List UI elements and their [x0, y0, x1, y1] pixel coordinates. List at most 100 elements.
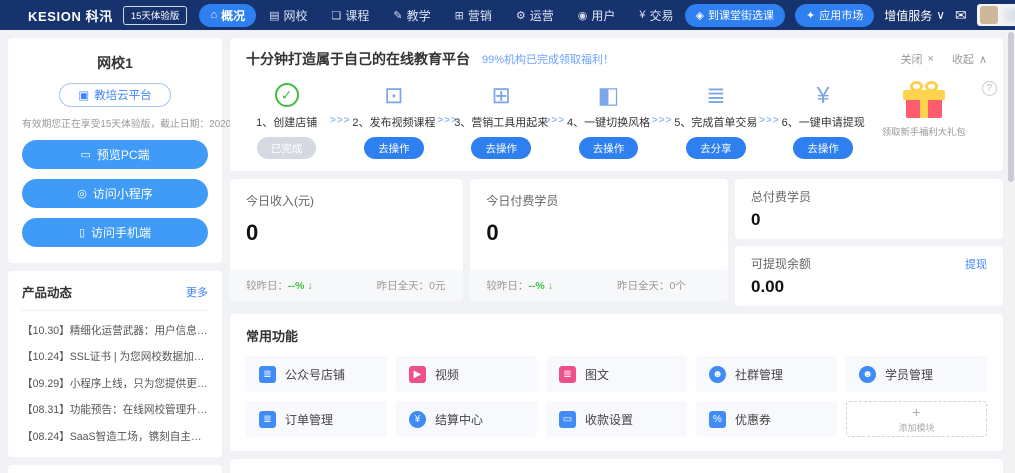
chevron-down-icon: ∨ [936, 8, 946, 22]
avatar [979, 6, 998, 24]
product-news-title: 产品动态 [22, 286, 73, 300]
step-separator-icon: >>> [330, 115, 351, 126]
pc-icon: ▭ [80, 149, 91, 161]
onboarding-banner: 十分钟打造属于自己的在线教育平台 99%机构已完成领取福利！ 关闭 × 收起 ∧ [230, 38, 1003, 171]
menu-item-school[interactable]: ▤ 网校 [258, 4, 318, 27]
miniprogram-icon: ◎ [77, 188, 87, 200]
onboarding-header: 十分钟打造属于自己的在线教育平台 99%机构已完成领取福利！ 关闭 × 收起 ∧ [246, 49, 987, 69]
step-action-button[interactable]: 去操作 [364, 137, 424, 159]
shop-icon: ≣ [259, 365, 276, 383]
hot-functions-card: 热门功能 ❒ 直播功能 紧跟主流，帮助机构盈利 去使用 ❒ 内容分销 海量精品课… [230, 459, 1003, 473]
close-icon: × [927, 53, 934, 65]
style-icon: ◧ [597, 81, 620, 108]
product-news-more-link[interactable]: 更多 [186, 284, 208, 300]
withdraw-link[interactable]: 提现 [965, 256, 987, 272]
check-icon: ✓ [274, 79, 299, 111]
user-account[interactable] [976, 4, 1015, 26]
help-icon[interactable]: ? [981, 81, 997, 96]
menu-item-marketing[interactable]: ⊞ 营销 [444, 4, 503, 27]
tile-student-management[interactable]: ☻ 学员管理 [846, 356, 987, 392]
menu-item-transactions[interactable]: ¥ 交易 [628, 4, 684, 27]
menu-label: 运营 [529, 8, 554, 23]
menu-item-operations[interactable]: ⚙ 运营 [505, 4, 565, 27]
step-apply-withdraw: ¥ 6、一键申请提现 去操作 [782, 79, 865, 159]
tile-community-management[interactable]: ☻ 社群管理 [696, 356, 837, 392]
tile-video[interactable]: ▶ 视频 [396, 356, 537, 392]
app-market-button[interactable]: ✦ 应用市场 [795, 3, 875, 27]
page-scrollbar[interactable] [1007, 30, 1015, 473]
news-item[interactable]: 【10.30】精细化运营武器：用户信息批量管理功能！ [22, 323, 208, 338]
withdraw-icon: ¥ [816, 81, 830, 108]
down-arrow-icon: ↓ [307, 279, 313, 292]
tile-articles[interactable]: ≣ 图文 [546, 356, 687, 392]
news-item[interactable]: 【08.31】功能预告：在线网校管理升级，操作效率高到... [22, 402, 208, 417]
menu-item-teaching[interactable]: ✎ 教学 [382, 4, 441, 27]
card-header: 产品动态 更多 [22, 282, 208, 311]
trial-expiry-text: 有效期您正在享受15天体验版，截止日期：2020-11-18 续费 [22, 116, 281, 130]
monitor-icon: ⊡ [384, 81, 404, 108]
news-item[interactable]: 【09.29】小程序上线，只为您提供更好的服务 [22, 376, 208, 391]
step-action-button[interactable]: 去操作 [793, 137, 853, 159]
step-separator-icon: >>> [651, 115, 673, 126]
school-name: 网校1 [97, 55, 133, 71]
menu-label: 课程 [345, 8, 370, 23]
visit-miniprogram-button[interactable]: ◎ 访问小程序 [22, 179, 208, 208]
home-icon: ⌂ [210, 9, 218, 21]
step-create-shop: ✓ 1、创建店铺 已完成 [246, 79, 327, 159]
close-banner-button[interactable]: 关闭 × [901, 51, 934, 67]
menu-item-users[interactable]: ◉ 用户 [567, 4, 627, 27]
faq-card: 常见问题 更多 店铺装修使用教程 标准版绑定公众号教程 升级版独立公众号教程 如… [8, 464, 222, 473]
trial-version-badge: 15天体验版 [122, 5, 188, 25]
tile-coupons[interactable]: % 优惠券 [696, 401, 837, 437]
stat-label: 可提现余额 [751, 257, 812, 271]
onboarding-title: 十分钟打造属于自己的在线教育平台 [246, 51, 470, 67]
today-income-value: 0 [246, 220, 259, 245]
withdrawable-balance-card: 可提现余额 提现 0.00 [735, 246, 1003, 306]
video-play-icon: ▶ [409, 365, 426, 383]
tile-payment-settings[interactable]: ▭ 收款设置 [546, 401, 687, 437]
steps: ✓ 1、创建店铺 已完成 >>> ⊡ 2、发布视频课程 去操作 >>> ⊞ 3、… [246, 79, 865, 159]
value-added-services-dropdown[interactable]: 增值服务 ∨ [884, 7, 945, 24]
stat-footer: 较昨日： --% ↓ 昨日全天：0元 [230, 270, 464, 301]
gift-caption: 领取新手福利大礼包 [881, 127, 966, 137]
gear-icon: ⚙ [515, 9, 526, 22]
stat-footer: 较昨日： --% ↓ 昨日全天：0个 [470, 270, 728, 301]
step-separator-icon: >>> [759, 115, 780, 126]
news-item[interactable]: 【10.24】SSL证书 | 为您网校数据加密护航 [22, 349, 208, 364]
down-arrow-icon: ↓ [547, 279, 554, 292]
step-first-order: ≣ 5、完成首单交易 去分享 [674, 79, 757, 159]
left-sidebar: 网校1 ▣ 教培云平台 有效期您正在享受15天体验版，截止日期：2020-11-… [8, 38, 281, 473]
menu-label: 网校 [283, 8, 308, 23]
menu-label: 交易 [649, 8, 674, 23]
menu-label: 概况 [221, 8, 246, 23]
top-navbar: KESION 科汛 15天体验版 ⌂ 概况 ▤ 网校 ❏ 课程 ✎ 教学 ⊞ 营… [0, 0, 1015, 30]
tile-settlement-center[interactable]: ¥ 结算中心 [396, 401, 537, 437]
tile-order-management[interactable]: ≣ 订单管理 [246, 401, 387, 437]
menu-item-overview[interactable]: ⌂ 概况 [199, 3, 257, 27]
step-action-button[interactable]: 去操作 [578, 137, 639, 159]
product-news-card: 产品动态 更多 【10.30】精细化运营武器：用户信息批量管理功能！ 【10.2… [8, 271, 222, 457]
onboarding-controls: 关闭 × 收起 ∧ [889, 51, 988, 67]
onboarding-subtitle: 99%机构已完成领取福利！ [482, 54, 615, 66]
step-action-button[interactable]: 去操作 [471, 137, 531, 159]
course-street-button[interactable]: ◈ 到课堂街选课 [684, 3, 786, 27]
edu-cloud-platform-pill[interactable]: ▣ 教培云平台 [59, 83, 171, 107]
preview-pc-button[interactable]: ▭ 预览PC端 [22, 140, 208, 169]
news-item[interactable]: 【08.24】SaaS智造工场，镌刻自主品牌—OEM [22, 429, 208, 444]
user-name-blurred [1002, 7, 1015, 23]
collapse-banner-button[interactable]: 收起 ∧ [952, 51, 987, 67]
step-share-button[interactable]: 去分享 [686, 137, 746, 159]
wallet-icon: ▭ [559, 410, 576, 428]
scrollbar-thumb[interactable] [1008, 32, 1014, 182]
school-icon: ▤ [269, 9, 280, 22]
tile-official-account-shop[interactable]: ≣ 公众号店铺 [246, 356, 387, 392]
newbie-gift-pack[interactable]: 领取新手福利大礼包 [870, 81, 978, 138]
mail-icon[interactable]: ✉ [955, 7, 967, 24]
common-functions-card: 常用功能 ≣ 公众号店铺 ▶ 视频 ≣ 图文 ☻ 社群管理 ☻ 学员管理 ≣ 订… [230, 314, 1003, 451]
teaching-icon: ✎ [393, 9, 403, 22]
total-paid-students-value: 0 [751, 210, 761, 229]
add-module-tile[interactable]: + 添加模块 [846, 401, 987, 437]
menu-item-courses[interactable]: ❏ 课程 [321, 4, 381, 27]
ticket-icon: % [709, 410, 726, 428]
visit-mobile-button[interactable]: ▯ 访问手机端 [22, 218, 208, 247]
